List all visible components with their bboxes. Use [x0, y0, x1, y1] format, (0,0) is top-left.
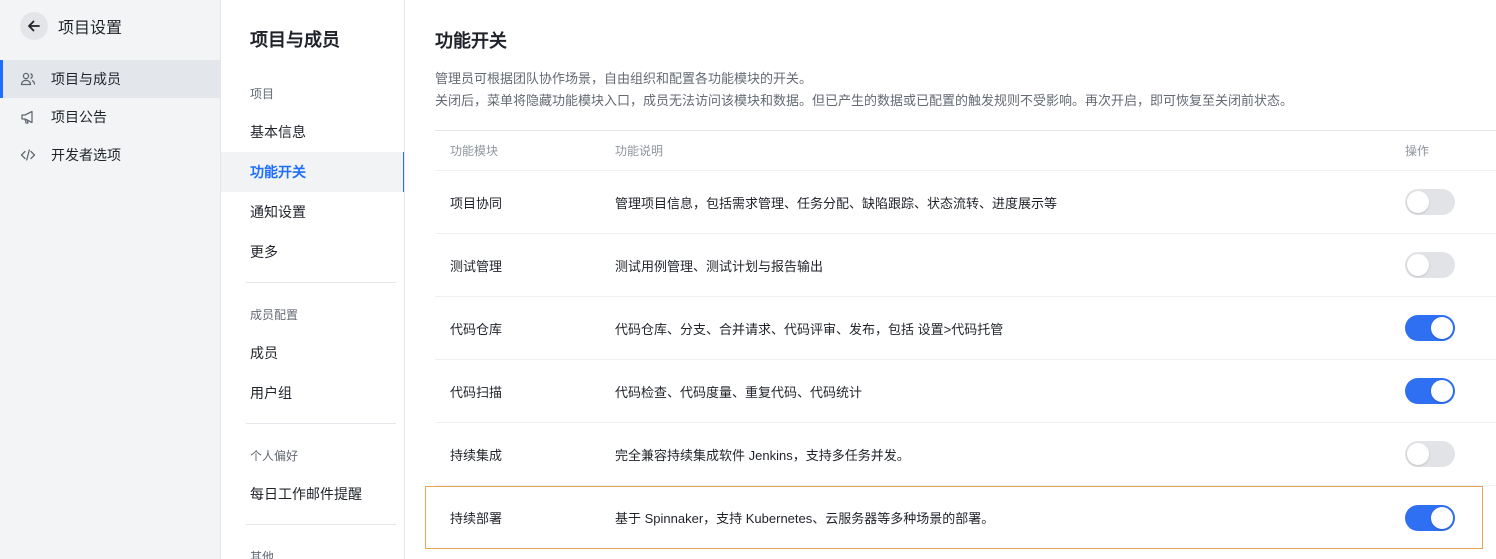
sidebar-nav: 项目与成员 项目公告 开发者选项 — [0, 60, 220, 174]
module-description: 代码仓库、分支、合并请求、代码评审、发布，包括 设置>代码托管 — [615, 321, 1004, 337]
table-row: 持续集成 完全兼容持续集成软件 Jenkins，支持多任务并发。 — [435, 423, 1496, 486]
table-row: 项目协同 管理项目信息，包括需求管理、任务分配、缺陷跟踪、状态流转、进度展示等 — [435, 171, 1496, 234]
feature-toggle[interactable] — [1405, 252, 1455, 278]
back-button[interactable] — [20, 12, 48, 40]
group-label-project: 项目 — [250, 87, 275, 101]
subnav-item-feature-switch[interactable]: 功能开关 — [221, 152, 404, 192]
toggle-knob — [1407, 443, 1429, 465]
table-header: 功能模块 功能说明 操作 — [435, 131, 1496, 171]
members-icon — [20, 71, 36, 87]
module-description: 完全兼容持续集成软件 Jenkins，支持多任务并发。 — [615, 447, 910, 463]
table-row: 测试管理 测试用例管理、测试计划与报告输出 — [435, 234, 1496, 297]
module-name: 持续部署 — [450, 511, 503, 526]
sidebar-item-developer[interactable]: 开发者选项 — [0, 136, 220, 174]
toggle-knob — [1407, 191, 1429, 213]
main-content: 功能开关 管理员可根据团队协作场景，自由组织和配置各功能模块的开关。 关闭后，菜… — [405, 0, 1496, 559]
secondary-nav: 项目与成员 项目 基本信息 功能开关 通知设置 更多 成员配置 成员 用户组 个… — [221, 0, 405, 559]
column-header-description: 功能说明 — [615, 144, 664, 158]
page-title: 功能开关 — [435, 31, 507, 51]
sidebar-item-label: 项目与成员 — [51, 71, 121, 87]
module-description: 基于 Spinnaker，支持 Kubernetes、云服务器等多种场景的部署。 — [615, 511, 995, 526]
code-icon — [20, 147, 36, 163]
subnav-item-members[interactable]: 成员 — [221, 333, 404, 373]
toggle-knob — [1431, 380, 1453, 402]
subnav-item-notification[interactable]: 通知设置 — [221, 192, 404, 232]
sidebar-item-members[interactable]: 项目与成员 — [0, 60, 220, 98]
subnav-item-daily-email[interactable]: 每日工作邮件提醒 — [221, 474, 404, 514]
description-line: 关闭后，菜单将隐藏功能模块入口，成员无法访问该模块和数据。但已产生的数据或已配置… — [435, 93, 1294, 108]
table-row: 代码仓库 代码仓库、分支、合并请求、代码评审、发布，包括 设置>代码托管 — [435, 297, 1496, 360]
sidebar: 项目设置 项目与成员 项目公告 开发者选项 — [0, 0, 221, 559]
sidebar-item-label: 项目公告 — [51, 109, 107, 125]
table-row: 代码扫描 代码检查、代码度量、重复代码、代码统计 — [435, 360, 1496, 423]
feature-toggle[interactable] — [1405, 504, 1455, 531]
module-name: 项目协同 — [450, 195, 503, 211]
module-name: 代码仓库 — [450, 321, 503, 337]
toggle-knob — [1407, 254, 1429, 276]
subnav-item-basic-info[interactable]: 基本信息 — [221, 112, 404, 152]
divider — [246, 524, 396, 525]
feature-table: 功能模块 功能说明 操作 项目协同 管理项目信息，包括需求管理、任务分配、缺陷跟… — [425, 130, 1496, 549]
page-description: 管理员可根据团队协作场景，自由组织和配置各功能模块的开关。 关闭后，菜单将隐藏功… — [435, 68, 1293, 112]
sidebar-item-label: 开发者选项 — [51, 147, 121, 163]
subnav-title: 项目与成员 — [250, 30, 340, 50]
module-name: 测试管理 — [450, 258, 503, 274]
sidebar-item-announcement[interactable]: 项目公告 — [0, 98, 220, 136]
module-description: 测试用例管理、测试计划与报告输出 — [615, 258, 824, 274]
table-row-highlighted: 持续部署 基于 Spinnaker，支持 Kubernetes、云服务器等多种场… — [425, 486, 1483, 549]
toggle-knob — [1431, 317, 1453, 339]
subnav-item-user-groups[interactable]: 用户组 — [221, 373, 404, 413]
module-description: 代码检查、代码度量、重复代码、代码统计 — [615, 384, 863, 400]
sidebar-header: 项目设置 — [20, 12, 122, 40]
module-description: 管理项目信息，包括需求管理、任务分配、缺陷跟踪、状态流转、进度展示等 — [615, 195, 1058, 211]
megaphone-icon — [20, 109, 36, 125]
column-header-action: 操作 — [1405, 144, 1430, 158]
feature-toggle[interactable] — [1405, 315, 1455, 341]
divider — [246, 282, 396, 283]
divider — [246, 423, 396, 424]
subnav-item-more[interactable]: 更多 — [221, 232, 404, 272]
feature-toggle[interactable] — [1405, 189, 1455, 215]
feature-toggle[interactable] — [1405, 441, 1455, 467]
group-label-preferences: 个人偏好 — [250, 449, 299, 463]
description-line: 管理员可根据团队协作场景，自由组织和配置各功能模块的开关。 — [435, 71, 813, 86]
arrow-left-icon — [28, 20, 40, 32]
toggle-knob — [1431, 506, 1453, 529]
group-label-members-config: 成员配置 — [250, 308, 299, 322]
feature-toggle[interactable] — [1405, 378, 1455, 404]
sidebar-title: 项目设置 — [58, 20, 123, 37]
module-name: 代码扫描 — [450, 384, 503, 400]
column-header-module: 功能模块 — [450, 144, 499, 158]
group-label-other: 其他 — [250, 550, 275, 559]
module-name: 持续集成 — [450, 447, 503, 463]
